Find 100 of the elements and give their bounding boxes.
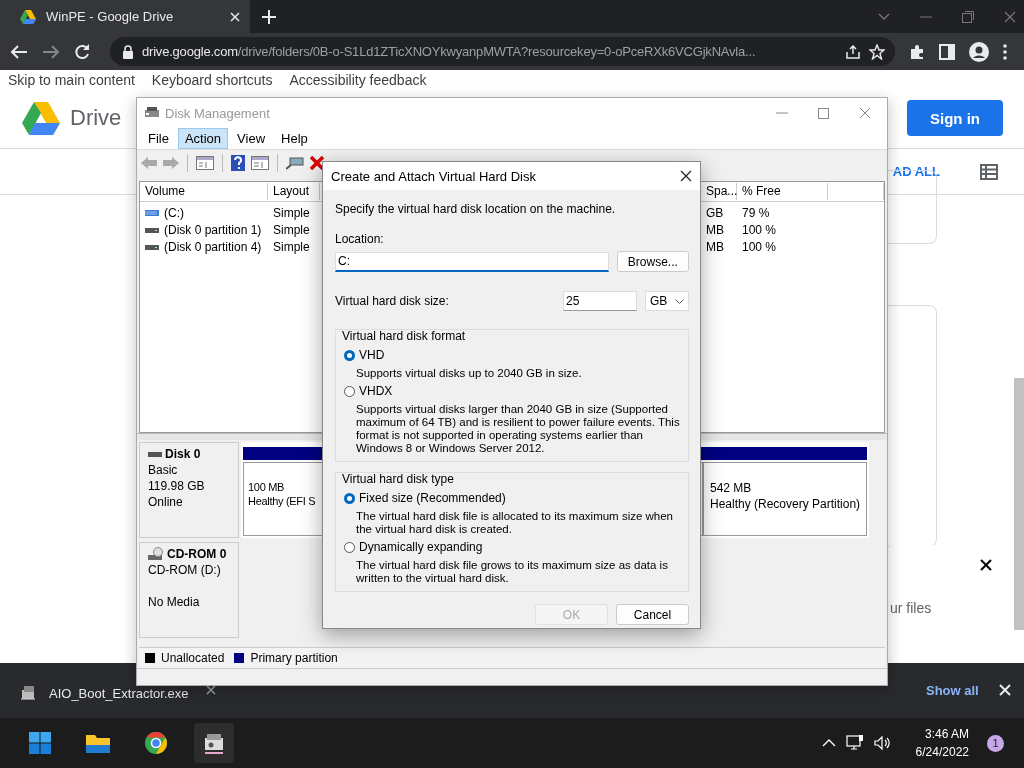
folder-icon[interactable] — [86, 733, 110, 753]
table-cell-text: 100 % — [741, 222, 778, 237]
disk-info: CD-ROM (D:) — [148, 563, 222, 577]
close-icon[interactable] — [980, 559, 992, 571]
maximize-icon[interactable] — [818, 107, 829, 119]
close-icon[interactable] — [680, 170, 692, 182]
table-cell-text: GB — [705, 205, 725, 220]
list-item-label[interactable]: (Disk 0 partition 1) — [164, 222, 262, 237]
cd-drive-icon — [148, 547, 164, 561]
option-description: Supports virtual disks larger than 2040 GB in size (Supported maximum of 64 TB) and is resilient to power failure events. This format is not supported in operating systems earlier than Windows 8 or Windows Server 2012. — [355, 403, 680, 455]
drive-logo — [22, 101, 60, 135]
cancel-button[interactable]: Cancel — [616, 604, 689, 625]
disk-name[interactable]: CD-ROM 0 — [167, 547, 227, 561]
field-label: Location: — [335, 232, 385, 246]
instruction-text: Specify the virtual hard disk location on the machine. — [335, 202, 617, 216]
browse-button[interactable]: Browse... — [616, 251, 689, 272]
help-icon[interactable] — [231, 154, 245, 171]
list-item-label[interactable]: (Disk 0 partition 4) — [164, 239, 262, 254]
back-icon[interactable] — [10, 43, 28, 60]
skip-link[interactable]: Skip to main content — [8, 72, 135, 88]
clock[interactable]: 3:46 AM 6/24/2022 — [915, 727, 969, 759]
table-cell-text: Simple — [272, 205, 311, 220]
table-cell-text: MB — [705, 222, 725, 237]
option-description: The virtual hard disk file grows to its maximum size as data is written to the virtual hard disk. — [355, 559, 669, 585]
sign-in-button[interactable]: Sign in — [907, 100, 1003, 136]
list-view-icon[interactable] — [980, 163, 998, 180]
radio-option[interactable]: Dynamically expanding — [344, 540, 680, 554]
radio-option[interactable]: Fixed size (Recommended) — [344, 491, 680, 505]
disk-app-icon[interactable] — [203, 732, 225, 754]
dialog-title: Create and Attach Virtual Hard Disk — [331, 168, 536, 184]
new-tab-icon[interactable] — [262, 9, 276, 24]
field-label: Virtual hard disk size: — [335, 294, 450, 308]
column-header[interactable]: Layout — [268, 183, 320, 200]
menu-item[interactable]: Action — [177, 128, 229, 149]
menu-icon[interactable] — [1003, 43, 1007, 60]
disk-info: Online — [148, 495, 184, 509]
notification-badge[interactable]: 1 — [987, 734, 1004, 752]
disk-name[interactable]: Disk 0 — [165, 447, 201, 461]
column-header[interactable]: % Free — [737, 183, 828, 200]
download-file-name[interactable]: AIO_Boot_Extractor.exe — [49, 685, 189, 701]
table-cell-text: 79 % — [741, 205, 771, 220]
column-header[interactable]: Volume — [140, 183, 268, 200]
disk-info: No Media — [148, 595, 201, 609]
radio-option[interactable]: VHD — [344, 348, 680, 362]
disk-info: 119.98 GB — [148, 479, 206, 493]
table-cell-text: 100 % — [741, 239, 778, 254]
menu-item[interactable]: View — [230, 128, 273, 149]
option-description: Supports virtual disks up to 2040 GB in size. — [355, 367, 583, 380]
size-field[interactable]: 25 — [563, 291, 637, 311]
delete-icon[interactable] — [310, 155, 324, 170]
share-icon[interactable] — [845, 43, 861, 60]
file-icon — [20, 685, 38, 701]
skip-link[interactable]: Accessibility feedback — [289, 72, 427, 88]
menu-item[interactable]: Help — [274, 128, 315, 149]
skip-link[interactable]: Keyboard shortcuts — [151, 72, 273, 88]
legend-label: Primary partition — [250, 651, 338, 665]
lock-icon — [122, 44, 134, 59]
list-item-label[interactable]: (C:) — [164, 205, 184, 220]
window-title: Disk Management — [165, 105, 270, 121]
snackbar-text: ur files — [890, 600, 932, 616]
menu-item[interactable]: File — [141, 128, 176, 149]
drive-icon — [145, 207, 159, 218]
puzzle-icon[interactable] — [909, 43, 925, 60]
close-icon[interactable] — [206, 685, 216, 695]
table-cell-text: Simple — [272, 222, 311, 237]
location-field[interactable]: C: — [335, 251, 609, 272]
table-cell-text: MB — [705, 239, 725, 254]
chevron-down-icon[interactable] — [878, 12, 890, 21]
show-all-button[interactable]: Show all — [926, 683, 979, 698]
radio-option[interactable]: VHDX — [344, 384, 680, 398]
browser-tab[interactable]: WinPE - Google Drive — [0, 0, 250, 33]
drive-icon — [148, 449, 162, 459]
chevron-down-icon — [675, 298, 684, 304]
action-pane-icon[interactable] — [251, 155, 269, 170]
address-bar[interactable]: drive.google.com/drive/folders/0B-o-S1Ld1ZTicXNOYkwyanpMWTA?resourcekey=0-oPceRXk6VCGjkNAvla... — [110, 37, 895, 66]
legend-label: Unallocated — [161, 651, 225, 665]
volume-icon[interactable] — [873, 735, 892, 751]
star-icon[interactable] — [869, 43, 885, 60]
option-description: The virtual hard disk file is allocated to its maximum size when the virtual hard disk is created. — [355, 510, 674, 536]
profile-icon[interactable] — [969, 41, 989, 62]
chevron-up-icon[interactable] — [821, 739, 836, 747]
chrome-icon[interactable] — [145, 732, 167, 754]
restore-icon[interactable] — [962, 10, 974, 23]
reload-icon[interactable] — [74, 43, 90, 60]
windows-start-icon[interactable] — [29, 732, 51, 754]
partition-block[interactable]: 542 MB Healthy (Recovery Partition) — [703, 462, 868, 536]
group-label: Virtual hard disk type — [342, 472, 455, 486]
disk-app-icon — [145, 107, 159, 119]
drive-logo — [20, 9, 36, 24]
table-cell-text: Simple — [272, 239, 311, 254]
disk-info: Basic — [148, 463, 179, 477]
scrollbar[interactable] — [1014, 378, 1024, 630]
connect-drive-icon[interactable] — [286, 155, 304, 170]
side-panel-icon[interactable] — [939, 43, 955, 60]
forward-icon[interactable] — [42, 43, 60, 60]
app-name: Drive — [70, 105, 122, 131]
unit-dropdown[interactable]: GB — [645, 291, 689, 311]
group-label: Virtual hard disk format — [342, 329, 467, 343]
network-icon[interactable] — [845, 735, 864, 751]
console-tree-icon[interactable] — [196, 155, 214, 170]
